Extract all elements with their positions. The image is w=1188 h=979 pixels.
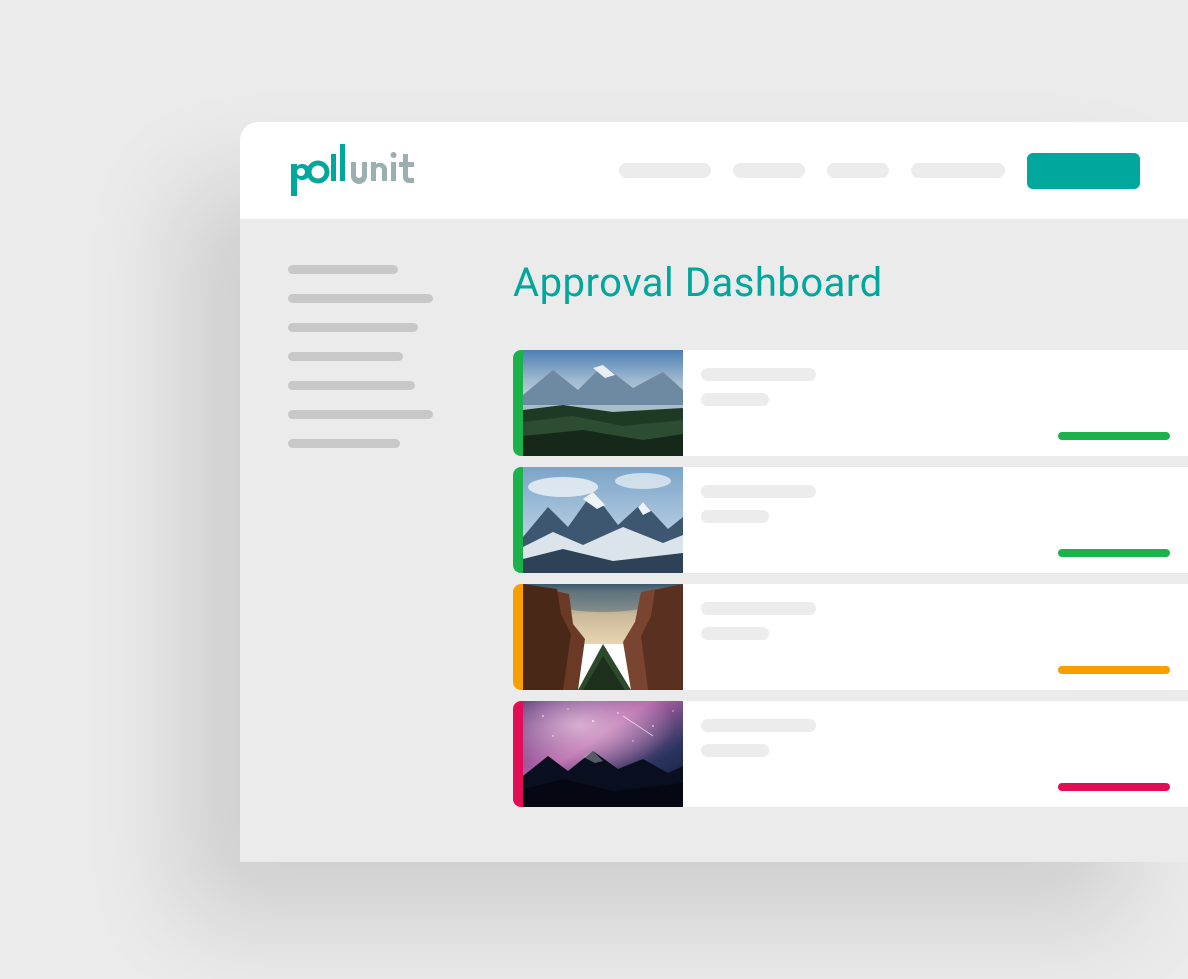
pollunit-logo-icon (288, 140, 424, 202)
approval-card[interactable] (513, 701, 1188, 807)
status-accent (513, 584, 523, 690)
card-thumbnail (523, 350, 683, 456)
approval-list (513, 350, 1188, 807)
card-action[interactable] (1058, 666, 1170, 674)
nav-item[interactable] (619, 163, 711, 178)
sidebar-item[interactable] (288, 294, 433, 303)
top-nav (619, 153, 1140, 189)
card-thumbnail (523, 584, 683, 690)
card-body (683, 350, 1188, 456)
approval-card[interactable] (513, 467, 1188, 573)
brand-logo[interactable] (288, 140, 424, 202)
main-panel: Approval Dashboard (463, 259, 1188, 807)
sidebar-item[interactable] (288, 410, 433, 419)
card-body (683, 467, 1188, 573)
card-subtitle-placeholder (701, 744, 769, 757)
card-title-placeholder (701, 719, 816, 732)
card-thumbnail (523, 701, 683, 807)
approval-card[interactable] (513, 350, 1188, 456)
card-thumbnail (523, 467, 683, 573)
top-bar (240, 122, 1188, 219)
card-title-placeholder (701, 368, 816, 381)
app-window: Approval Dashboard (240, 122, 1188, 862)
nav-item[interactable] (733, 163, 805, 178)
sidebar (288, 259, 463, 807)
card-action[interactable] (1058, 432, 1170, 440)
status-accent (513, 701, 523, 807)
card-action[interactable] (1058, 783, 1170, 791)
sidebar-item[interactable] (288, 381, 415, 390)
sidebar-item[interactable] (288, 265, 398, 274)
primary-cta-button[interactable] (1027, 153, 1140, 189)
card-subtitle-placeholder (701, 627, 769, 640)
page-title: Approval Dashboard (513, 259, 1188, 306)
card-action[interactable] (1058, 549, 1170, 557)
status-accent (513, 467, 523, 573)
card-subtitle-placeholder (701, 510, 769, 523)
sidebar-item[interactable] (288, 323, 418, 332)
nav-item[interactable] (827, 163, 889, 178)
sidebar-item[interactable] (288, 439, 400, 448)
approval-card[interactable] (513, 584, 1188, 690)
nav-item[interactable] (911, 163, 1005, 178)
card-title-placeholder (701, 602, 816, 615)
status-accent (513, 350, 523, 456)
card-subtitle-placeholder (701, 393, 769, 406)
card-body (683, 584, 1188, 690)
content-area: Approval Dashboard (240, 219, 1188, 807)
card-body (683, 701, 1188, 807)
sidebar-item[interactable] (288, 352, 403, 361)
card-title-placeholder (701, 485, 816, 498)
